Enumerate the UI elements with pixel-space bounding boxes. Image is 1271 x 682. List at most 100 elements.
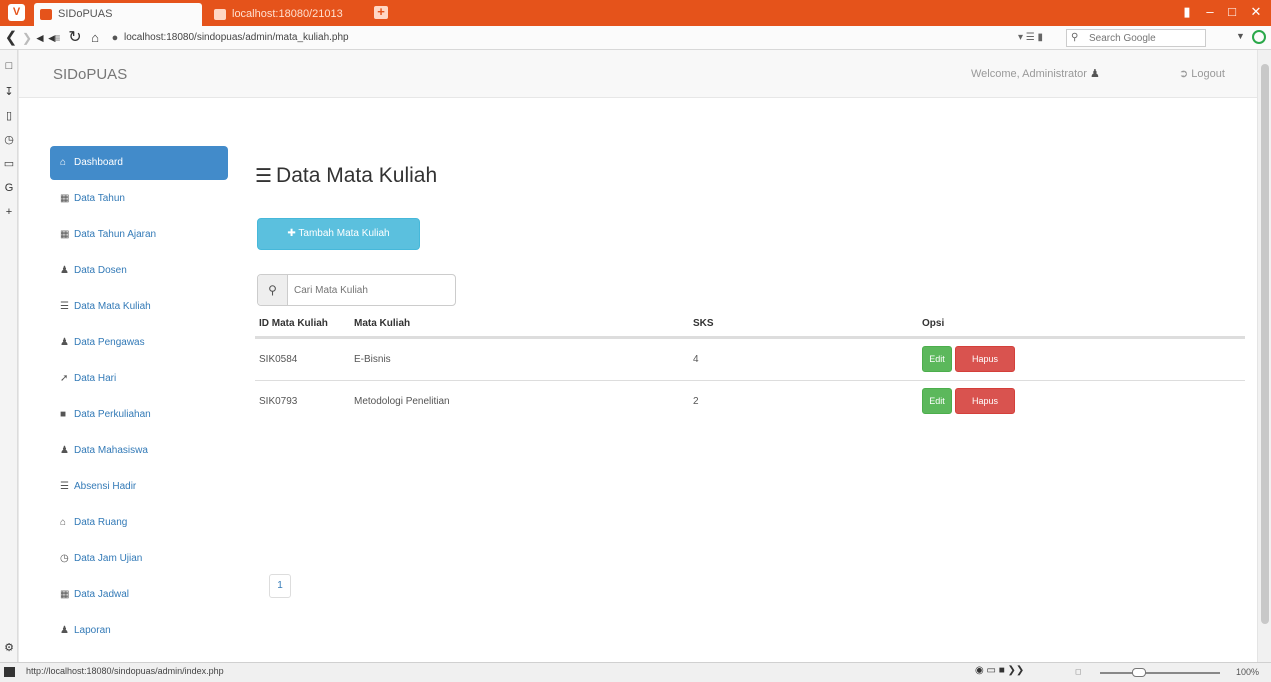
maximize-button[interactable]: □ xyxy=(1222,0,1242,26)
user-icon: ♟ xyxy=(1090,68,1100,80)
panel-toggle-icon[interactable] xyxy=(4,667,15,677)
sidebar-item-label: Data Tahun Ajaran xyxy=(74,229,157,240)
column-header-options: Opsi xyxy=(922,318,945,329)
cell-course-sks: 2 xyxy=(693,396,699,407)
sidebar-item-label: Data Mahasiswa xyxy=(74,445,148,456)
browser-side-panel: □ ↧ ▯ ◷ ▭ G + ⚙ xyxy=(0,50,18,662)
welcome-user[interactable]: Welcome, Administrator ♟ xyxy=(971,67,1100,80)
minimize-button[interactable]: – xyxy=(1200,0,1220,26)
tab-sidopuas[interactable]: SIDoPUAS xyxy=(34,3,202,26)
cell-options: Edit Hapus xyxy=(922,339,1015,380)
add-course-button[interactable]: ✚ Tambah Mata Kuliah xyxy=(257,218,420,250)
tab-localhost[interactable]: localhost:18080/21013 xyxy=(208,3,368,26)
new-tab-button[interactable]: + xyxy=(374,5,388,19)
zoom-level: 100% xyxy=(1236,667,1260,677)
logout-link[interactable]: ➲ Logout xyxy=(1179,67,1225,80)
browser-search-input[interactable] xyxy=(1089,31,1201,45)
settings-icon[interactable]: ⚙ xyxy=(2,640,16,656)
sidebar-item-data-hari[interactable]: ➚ Data Hari xyxy=(50,362,228,396)
home-icon[interactable]: ⌂ xyxy=(86,29,104,47)
sidebar-item-label: Data Jadwal xyxy=(74,589,130,600)
search-engine-icon[interactable]: ⚲ xyxy=(1071,31,1078,45)
sidebar-item-data-ruang[interactable]: ⌂ Data Ruang xyxy=(50,506,228,540)
sidebar-item-dashboard[interactable]: ⌂ Dashboard xyxy=(50,146,228,180)
bookmarks-icon[interactable]: □ xyxy=(2,58,16,74)
close-window-button[interactable]: ✕ xyxy=(1244,0,1268,26)
reload-icon[interactable]: ↻ xyxy=(66,29,84,47)
sidebar-item-data-pengawas[interactable]: ♟ Data Pengawas xyxy=(50,326,228,360)
browser-titlebar: V SIDoPUAS localhost:18080/21013 + ▮ – □… xyxy=(0,0,1271,26)
course-table: ID Mata Kuliah Mata Kuliah SKS Opsi SIK0… xyxy=(255,310,1245,422)
trash-icon[interactable]: ▮ xyxy=(1178,0,1196,26)
site-info-icon[interactable]: ● xyxy=(108,29,122,47)
sidebar-item-label: Data Mata Kuliah xyxy=(74,301,151,312)
zoom-slider-handle[interactable] xyxy=(1132,668,1146,677)
edit-button[interactable]: Edit xyxy=(922,346,952,373)
list-icon: ☰ xyxy=(60,481,69,492)
sidebar-item-absensi-hadir[interactable]: ☰ Absensi Hadir xyxy=(50,470,228,504)
downloads-icon[interactable]: ↧ xyxy=(2,84,16,100)
web-panel-icon[interactable]: G xyxy=(2,180,16,196)
rewind-button[interactable]: ◄◄ xyxy=(34,29,58,47)
sidebar-item-label: Dashboard xyxy=(74,157,123,168)
browser-logo-icon[interactable]: V xyxy=(8,4,25,21)
tab-label: SIDoPUAS xyxy=(58,8,113,20)
delete-button[interactable]: Hapus xyxy=(955,388,1015,415)
wrench-icon: ➚ xyxy=(60,373,69,384)
pagination-page-1[interactable]: 1 xyxy=(269,574,291,598)
notes-icon[interactable]: ▯ xyxy=(2,108,16,124)
tab-favicon-icon xyxy=(40,9,52,20)
welcome-text: Welcome, Administrator xyxy=(971,68,1087,80)
status-link-url: http://localhost:18080/sindopuas/admin/i… xyxy=(26,666,224,676)
browser-search-box[interactable]: ⚲ xyxy=(1066,29,1206,47)
sidebar-item-label: Data Tahun xyxy=(74,193,125,204)
sidebar-item-data-perkuliahan[interactable]: ■ Data Perkuliahan xyxy=(50,398,228,432)
sidebar-item-data-jam-ujian[interactable]: ◷ Data Jam Ujian xyxy=(50,542,228,576)
course-search-input[interactable] xyxy=(294,282,444,298)
sidebar-item-data-mata-kuliah[interactable]: ☰ Data Mata Kuliah xyxy=(50,290,228,324)
scrollbar-thumb[interactable] xyxy=(1261,64,1269,624)
sidebar-item-data-dosen[interactable]: ♟ Data Dosen xyxy=(50,254,228,288)
table-header: ID Mata Kuliah Mata Kuliah SKS Opsi xyxy=(255,310,1245,338)
admin-sidebar-menu: ⌂ Dashboard ▦ Data Tahun ▦ Data Tahun Ajara… xyxy=(50,146,228,650)
list-icon: ☰ xyxy=(255,166,273,187)
tab-favicon-icon xyxy=(214,9,226,20)
sidebar-item-data-tahun[interactable]: ▦ Data Tahun xyxy=(50,182,228,216)
column-header-sks[interactable]: SKS xyxy=(693,310,714,336)
add-panel-icon[interactable]: + xyxy=(2,204,16,220)
sidebar-item-data-tahun-ajaran[interactable]: ▦ Data Tahun Ajaran xyxy=(50,218,228,252)
edit-button[interactable]: Edit xyxy=(922,388,952,415)
sidebar-item-label: Laporan xyxy=(74,625,111,636)
fast-forward-button[interactable]: ≡ xyxy=(50,29,64,47)
extension-icon[interactable] xyxy=(1252,30,1266,44)
forward-button[interactable]: ❯ xyxy=(20,29,34,47)
column-header-id[interactable]: ID Mata Kuliah xyxy=(259,310,328,336)
delete-button[interactable]: Hapus xyxy=(955,346,1015,373)
url-field[interactable]: localhost:18080/sindopuas/admin/mata_kul… xyxy=(124,31,724,45)
page-title: ☰ Data Mata Kuliah xyxy=(255,164,437,188)
top-navbar: SIDoPUAS Welcome, Administrator ♟ ➲ Logo… xyxy=(19,50,1257,98)
column-header-name[interactable]: Mata Kuliah xyxy=(354,310,410,336)
sidebar-item-data-mahasiswa[interactable]: ♟ Data Mahasiswa xyxy=(50,434,228,468)
history-icon[interactable]: ◷ xyxy=(2,132,16,148)
brand-link[interactable]: SIDoPUAS xyxy=(53,66,127,83)
calendar-icon: ▦ xyxy=(60,229,70,240)
home-icon: ⌂ xyxy=(60,157,67,168)
page-title-text: Data Mata Kuliah xyxy=(276,164,438,187)
zoom-reset-icon[interactable]: ◻ xyxy=(1075,667,1082,676)
sidebar-item-label: Data Dosen xyxy=(74,265,127,276)
address-bar: ❮ ❯ ◄◄ ≡ ↻ ⌂ ● localhost:18080/sindopuas… xyxy=(0,26,1271,50)
address-tools-icon[interactable]: ▾ ☰ ▮ xyxy=(1018,31,1043,45)
search-dropdown-icon[interactable]: ▼ xyxy=(1236,31,1245,41)
status-tools-icon[interactable]: ◉ ▭ ■ ❯❯ xyxy=(975,665,1024,676)
user-icon: ♟ xyxy=(60,337,69,348)
back-button[interactable]: ❮ xyxy=(3,29,19,47)
window-icon[interactable]: ▭ xyxy=(2,156,16,172)
sidebar-item-data-jadwal[interactable]: ▦ Data Jadwal xyxy=(50,578,228,612)
sidebar-item-laporan[interactable]: ♟ Laporan xyxy=(50,614,228,648)
sidebar-item-label: Data Hari xyxy=(74,373,117,384)
zoom-slider[interactable] xyxy=(1100,672,1220,674)
book-icon: ■ xyxy=(60,409,67,420)
tab-label: localhost:18080/21013 xyxy=(232,8,343,20)
page-scrollbar[interactable] xyxy=(1257,50,1271,662)
